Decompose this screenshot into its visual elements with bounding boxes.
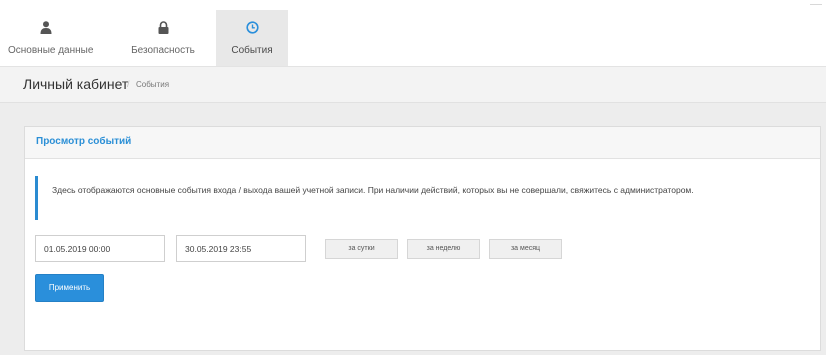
events-panel: Просмотр событий Здесь отображаются осно…	[24, 126, 821, 351]
tab-basic-data-label: Основные данные	[8, 45, 94, 56]
breadcrumb-separator: /	[127, 79, 130, 89]
date-to-input[interactable]	[176, 235, 306, 262]
range-month-button[interactable]: за месяц	[489, 239, 562, 259]
info-text: Здесь отображаются основные события вход…	[52, 185, 694, 195]
panel-title: Просмотр событий	[36, 136, 132, 147]
range-week-button[interactable]: за неделю	[407, 239, 480, 259]
breadcrumb: Личный кабинет / События	[0, 67, 826, 103]
page-title[interactable]: Личный кабинет	[23, 76, 128, 92]
date-from-input[interactable]	[35, 235, 165, 262]
window-edge-mark	[810, 4, 822, 5]
tab-events-label: События	[231, 45, 273, 56]
tab-basic-data[interactable]: Основные данные	[8, 10, 94, 66]
clock-icon	[216, 21, 288, 35]
range-day-button[interactable]: за сутки	[325, 239, 398, 259]
info-callout: Здесь отображаются основные события вход…	[35, 176, 775, 220]
top-tab-bar: Основные данные Безопасность События	[0, 0, 826, 67]
tab-security-label: Безопасность	[131, 45, 195, 56]
apply-button[interactable]: Применить	[35, 274, 104, 302]
lock-icon	[123, 21, 203, 35]
panel-header: Просмотр событий	[25, 127, 820, 159]
user-icon	[8, 21, 84, 35]
breadcrumb-current: События	[136, 80, 170, 89]
tab-events[interactable]: События	[216, 10, 288, 66]
tab-security[interactable]: Безопасность	[123, 10, 203, 66]
